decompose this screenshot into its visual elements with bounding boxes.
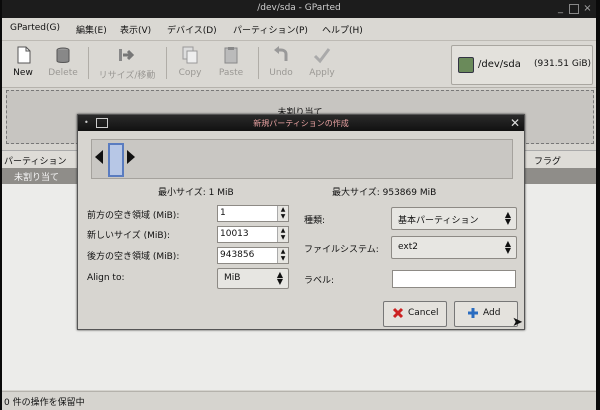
resize-move-label: リサイズ/移動 bbox=[98, 71, 156, 81]
undo-icon bbox=[274, 46, 288, 61]
cancel-button[interactable]: Cancel bbox=[383, 301, 447, 327]
copy-label: Copy bbox=[178, 68, 202, 78]
spin-arrows-icon[interactable]: ▲ ▼ bbox=[277, 248, 288, 263]
dialog-title: 新規パーティションの作成 bbox=[253, 119, 349, 128]
create-partition-dialog: • 新規パーティションの作成 ✕ 最小サイズ: 1 MiB 最大サイズ: 953… bbox=[77, 114, 525, 330]
apply-button[interactable]: Apply bbox=[305, 43, 339, 83]
spin-arrows-icon[interactable]: ▲ ▼ bbox=[277, 227, 288, 242]
partition-type-combo[interactable]: 基本パーティション ▲ ▼ bbox=[391, 207, 517, 230]
resize-move-button[interactable]: リサイズ/移動 bbox=[94, 43, 160, 83]
device-selector[interactable]: /dev/sda (931.51 GiB) bbox=[451, 45, 593, 85]
type-label: 種類: bbox=[304, 216, 326, 226]
new-size-value: 10013 bbox=[220, 229, 249, 239]
mouse-pointer-icon: ➤ bbox=[512, 315, 523, 330]
free-before-spin[interactable]: 1 ▲ ▼ bbox=[217, 205, 289, 222]
copy-button[interactable]: Copy bbox=[174, 43, 206, 83]
menu-device[interactable]: デバイス(D) bbox=[167, 23, 217, 36]
maximize-icon[interactable] bbox=[569, 4, 579, 14]
spin-arrows-icon[interactable]: ▲ ▼ bbox=[277, 206, 288, 221]
min-size-text: 最小サイズ: 1 MiB bbox=[158, 188, 234, 198]
device-size: (931.51 GiB) bbox=[534, 59, 592, 69]
menu-view[interactable]: 表示(V) bbox=[120, 23, 151, 36]
new-label: New bbox=[13, 68, 33, 78]
menu-partition[interactable]: パーティション(P) bbox=[233, 23, 308, 36]
column-partition[interactable]: パーティション bbox=[4, 154, 66, 167]
label-label: ラベル: bbox=[304, 276, 335, 286]
menu-help[interactable]: ヘルプ(H) bbox=[322, 23, 363, 36]
device-name: /dev/sda bbox=[478, 59, 521, 70]
free-after-spin[interactable]: 943856 ▲ ▼ bbox=[217, 247, 289, 264]
max-size-text: 最大サイズ: 953869 MiB bbox=[332, 188, 437, 198]
partition-type-value: 基本パーティション bbox=[398, 216, 479, 226]
add-icon bbox=[468, 308, 478, 318]
apply-label: Apply bbox=[309, 68, 335, 78]
free-before-label: 前方の空き領域 (MiB): bbox=[87, 211, 180, 221]
new-size-spin[interactable]: 10013 ▲ ▼ bbox=[217, 226, 289, 243]
combo-arrows-icon: ▲ ▼ bbox=[504, 239, 511, 255]
toolbar-separator bbox=[166, 47, 167, 79]
partition-cell: 未割り当て bbox=[14, 173, 60, 183]
new-button[interactable]: New bbox=[8, 43, 38, 83]
cancel-icon bbox=[392, 307, 404, 319]
filesystem-combo[interactable]: ext2 ▲ ▼ bbox=[391, 236, 517, 259]
filesystem-label: ファイルシステム: bbox=[304, 245, 379, 255]
new-file-icon bbox=[17, 46, 31, 64]
dialog-close-icon[interactable]: ✕ bbox=[510, 116, 520, 130]
status-text: 0 件の操作を保留中 bbox=[4, 398, 85, 408]
dialog-titlebar: • 新規パーティションの作成 ✕ bbox=[78, 115, 524, 131]
align-value: MiB bbox=[224, 273, 241, 283]
delete-button[interactable]: Delete bbox=[44, 43, 82, 83]
align-combo[interactable]: MiB ▲ ▼ bbox=[217, 268, 289, 289]
new-partition-block[interactable] bbox=[108, 143, 124, 177]
minimize-icon[interactable]: _ bbox=[555, 3, 566, 14]
left-resize-handle-icon[interactable] bbox=[95, 150, 103, 164]
align-label: Align to: bbox=[87, 273, 125, 283]
combo-arrows-icon: ▲ ▼ bbox=[276, 270, 283, 286]
harddisk-icon bbox=[458, 57, 474, 73]
cancel-label: Cancel bbox=[408, 308, 439, 318]
add-button[interactable]: Add bbox=[454, 301, 518, 327]
window-title: /dev/sda - GParted bbox=[257, 3, 341, 13]
resize-move-icon bbox=[119, 49, 135, 61]
filesystem-value: ext2 bbox=[398, 242, 418, 252]
add-label: Add bbox=[483, 308, 501, 318]
partition-resizer[interactable] bbox=[91, 139, 513, 179]
delete-label: Delete bbox=[48, 68, 78, 78]
free-before-value: 1 bbox=[220, 208, 226, 218]
menu-gparted[interactable]: GParted(G) bbox=[10, 23, 60, 33]
copy-icon bbox=[182, 46, 198, 64]
menu-edit[interactable]: 編集(E) bbox=[76, 23, 107, 36]
window-titlebar: /dev/sda - GParted _ × bbox=[2, 0, 596, 18]
trash-icon bbox=[56, 47, 70, 63]
undo-button[interactable]: Undo bbox=[265, 43, 297, 83]
paste-button[interactable]: Paste bbox=[214, 43, 248, 83]
free-after-value: 943856 bbox=[220, 250, 255, 260]
close-icon[interactable]: × bbox=[582, 3, 593, 14]
undo-label: Undo bbox=[269, 68, 293, 78]
paste-icon bbox=[224, 47, 238, 64]
checkmark-icon bbox=[313, 48, 331, 64]
new-size-label: 新しいサイズ (MiB): bbox=[87, 231, 171, 241]
combo-arrows-icon: ▲ ▼ bbox=[504, 210, 511, 226]
toolbar-separator bbox=[258, 47, 259, 79]
menubar: GParted(G) 編集(E) 表示(V) デバイス(D) パーティション(P… bbox=[2, 18, 596, 41]
free-after-label: 後方の空き領域 (MiB): bbox=[87, 252, 180, 262]
status-bar: 0 件の操作を保留中 bbox=[2, 391, 596, 410]
partition-label-input[interactable] bbox=[392, 270, 516, 288]
column-flags[interactable]: フラグ bbox=[534, 154, 561, 167]
right-resize-handle-icon[interactable] bbox=[127, 150, 135, 164]
paste-label: Paste bbox=[218, 68, 244, 78]
toolbar-separator bbox=[88, 47, 89, 79]
